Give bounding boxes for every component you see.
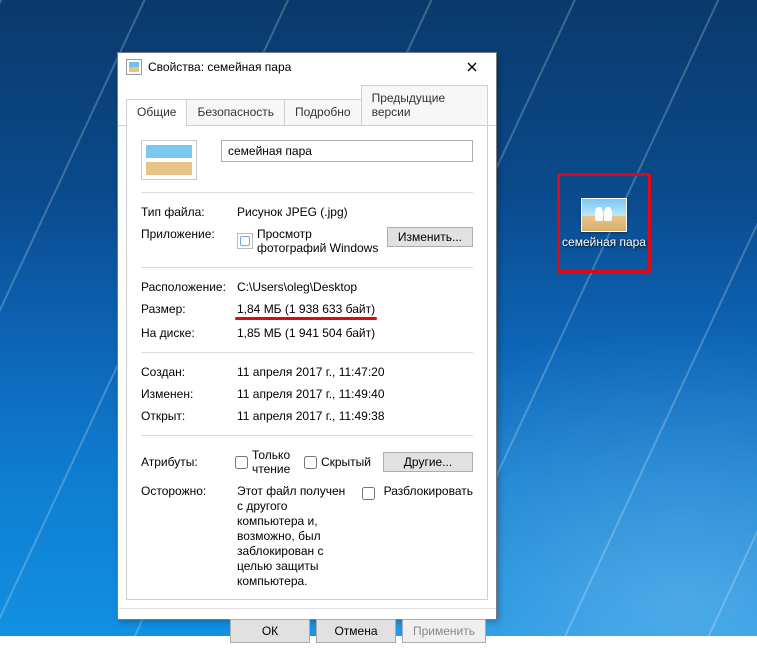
titlebar[interactable]: Свойства: семейная пара xyxy=(118,53,496,81)
desktop-background: семейная пара Свойства: семейная пара Об… xyxy=(0,0,757,636)
app-label: Приложение: xyxy=(141,227,229,241)
warning-text: Этот файл получен с другого компьютера и… xyxy=(237,484,350,589)
tab-security[interactable]: Безопасность xyxy=(186,99,285,125)
modified-label: Изменен: xyxy=(141,387,229,401)
tab-details[interactable]: Подробно xyxy=(284,99,362,125)
accessed-value: 11 апреля 2017 г., 11:49:38 xyxy=(237,409,473,423)
tab-previous-versions[interactable]: Предыдущие версии xyxy=(361,85,488,125)
unblock-checkbox[interactable] xyxy=(362,487,375,500)
separator xyxy=(141,267,473,268)
separator xyxy=(141,352,473,353)
tab-general[interactable]: Общие xyxy=(126,99,187,125)
size-value: 1,84 МБ (1 938 633 байт) xyxy=(237,302,375,318)
close-button[interactable] xyxy=(450,53,494,81)
modified-value: 11 апреля 2017 г., 11:49:40 xyxy=(237,387,473,401)
created-label: Создан: xyxy=(141,365,229,379)
apply-button[interactable]: Применить xyxy=(402,619,486,643)
title-icon xyxy=(126,59,142,75)
tabs: Общие Безопасность Подробно Предыдущие в… xyxy=(118,81,496,126)
unblock-checkbox-wrap[interactable]: Разблокировать xyxy=(358,484,473,503)
properties-dialog: Свойства: семейная пара Общие Безопаснос… xyxy=(117,52,497,620)
warning-label: Осторожно: xyxy=(141,484,229,498)
change-app-button[interactable]: Изменить... xyxy=(387,227,473,247)
hidden-checkbox[interactable] xyxy=(304,456,317,469)
desktop-icon-highlight: семейная пара xyxy=(557,173,651,273)
dialog-button-bar: ОК Отмена Применить xyxy=(118,608,496,653)
readonly-checkbox-wrap[interactable]: Только чтение xyxy=(235,448,298,476)
other-attributes-button[interactable]: Другие... xyxy=(383,452,473,472)
size-on-disk-label: На диске: xyxy=(141,326,229,340)
hidden-checkbox-wrap[interactable]: Скрытый xyxy=(304,455,371,469)
accessed-label: Открыт: xyxy=(141,409,229,423)
file-type-value: Рисунок JPEG (.jpg) xyxy=(237,205,473,219)
file-type-label: Тип файла: xyxy=(141,205,229,219)
readonly-checkbox[interactable] xyxy=(235,456,248,469)
created-value: 11 апреля 2017 г., 11:47:20 xyxy=(237,365,473,379)
app-icon xyxy=(237,233,253,249)
desktop-file-icon[interactable] xyxy=(581,198,627,232)
window-title: Свойства: семейная пара xyxy=(148,60,450,74)
location-label: Расположение: xyxy=(141,280,229,294)
location-value: C:\Users\oleg\Desktop xyxy=(237,280,473,294)
separator xyxy=(141,435,473,436)
attributes-label: Атрибуты: xyxy=(141,455,229,469)
ok-button[interactable]: ОК xyxy=(230,619,310,643)
size-on-disk-value: 1,85 МБ (1 941 504 байт) xyxy=(237,326,473,340)
cancel-button[interactable]: Отмена xyxy=(316,619,396,643)
size-label: Размер: xyxy=(141,302,229,316)
unblock-label: Разблокировать xyxy=(384,484,473,498)
readonly-label: Только чтение xyxy=(252,448,298,476)
desktop-file-label: семейная пара xyxy=(562,236,646,249)
app-value: Просмотр фотографий Windows xyxy=(257,227,379,255)
file-thumbnail xyxy=(141,140,197,180)
general-panel: Тип файла: Рисунок JPEG (.jpg) Приложени… xyxy=(126,126,488,600)
separator xyxy=(141,192,473,193)
hidden-label: Скрытый xyxy=(321,455,371,469)
file-name-input[interactable] xyxy=(221,140,473,162)
